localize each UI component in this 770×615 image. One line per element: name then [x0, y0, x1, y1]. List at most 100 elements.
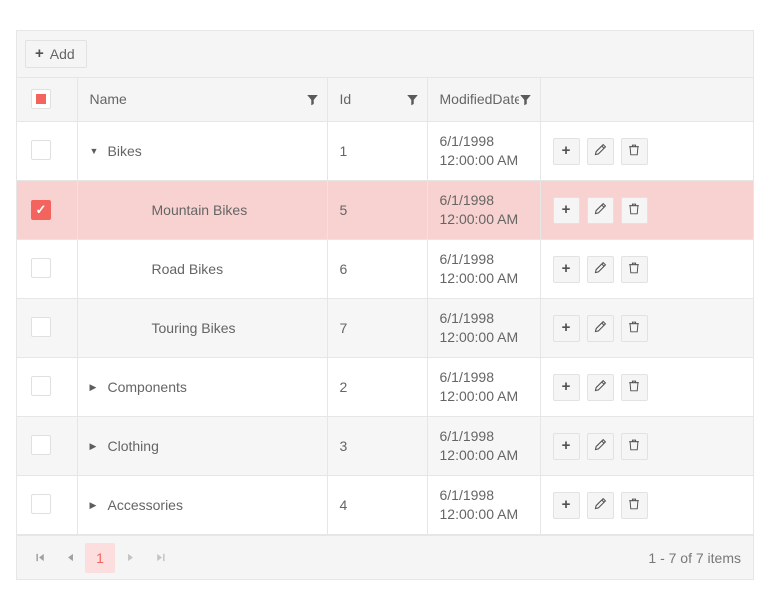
row-select-cell: [17, 239, 78, 299]
previous-page-icon[interactable]: [55, 543, 85, 573]
row-delete-button[interactable]: [620, 137, 648, 165]
row-time-value: 12:00:00 AM: [439, 447, 519, 463]
plus-icon: +: [561, 318, 571, 336]
cell-id: 6: [327, 239, 428, 299]
treelist-grid: + Add Name Id ModifiedDate ▼ Bikes 1 6/1…: [16, 30, 754, 580]
row-select-cell: [17, 298, 78, 358]
plus-icon: +: [561, 200, 571, 218]
plus-icon: +: [561, 495, 571, 513]
table-row[interactable]: ▶ Accessories 4 6/1/1998 12:00:00 AM +: [17, 475, 753, 535]
cell-modified-date: 6/1/1998 12:00:00 AM: [427, 475, 541, 535]
header-label-modified-date: ModifiedDate: [439, 91, 519, 107]
row-checkbox[interactable]: [31, 434, 51, 455]
table-header: Name Id ModifiedDate: [17, 78, 753, 122]
add-button[interactable]: + Add: [25, 40, 87, 68]
row-id-value: 1: [339, 143, 348, 159]
cell-name: Touring Bikes: [77, 298, 328, 358]
page-number-1[interactable]: 1: [85, 542, 115, 573]
filter-funnel-icon-modified-date[interactable]: [519, 93, 532, 106]
cell-commands: +: [540, 121, 753, 181]
cell-modified-date: 6/1/1998 12:00:00 AM: [427, 298, 541, 358]
row-checkbox[interactable]: [31, 200, 51, 220]
row-delete-button[interactable]: [620, 314, 648, 342]
header-select-all-cell: [17, 78, 78, 122]
cell-name: ▶ Clothing: [77, 416, 328, 476]
row-edit-button[interactable]: [586, 314, 614, 342]
tree-expander-collapsed-icon[interactable]: ▶: [90, 500, 106, 510]
row-time-value: 12:00:00 AM: [439, 270, 519, 286]
row-id-value: 6: [339, 261, 348, 277]
pencil-icon: [593, 438, 607, 455]
row-edit-button[interactable]: [586, 137, 614, 165]
row-add-button[interactable]: +: [552, 137, 580, 165]
row-time-value: 12:00:00 AM: [439, 388, 519, 404]
row-edit-button[interactable]: [586, 491, 614, 519]
go-to-last-page-icon[interactable]: [145, 543, 175, 573]
row-delete-button[interactable]: [620, 432, 648, 460]
row-checkbox[interactable]: [31, 493, 51, 514]
table-row[interactable]: ▶ Clothing 3 6/1/1998 12:00:00 AM +: [17, 416, 753, 476]
cell-modified-date: 6/1/1998 12:00:00 AM: [427, 180, 541, 240]
row-add-button[interactable]: +: [552, 432, 580, 460]
row-time-value: 12:00:00 AM: [439, 152, 519, 168]
row-delete-button[interactable]: [620, 491, 648, 519]
go-to-first-page-icon[interactable]: [25, 543, 55, 573]
add-button-label: Add: [49, 45, 75, 62]
row-select-cell: [17, 357, 78, 417]
row-edit-button[interactable]: [586, 255, 614, 283]
table-row[interactable]: Road Bikes 6 6/1/1998 12:00:00 AM +: [17, 239, 753, 299]
row-id-value: 5: [339, 202, 348, 218]
row-add-button[interactable]: +: [552, 255, 580, 283]
row-date-value: 6/1/1998: [439, 428, 495, 444]
next-page-icon[interactable]: [115, 543, 145, 573]
row-checkbox[interactable]: [31, 375, 51, 396]
table-row[interactable]: ▼ Bikes 1 6/1/1998 12:00:00 AM +: [17, 121, 753, 181]
header-label-name: Name: [89, 91, 127, 107]
row-add-button[interactable]: +: [552, 196, 580, 224]
row-checkbox[interactable]: [31, 139, 51, 160]
row-add-button[interactable]: +: [552, 491, 580, 519]
row-checkbox[interactable]: [31, 316, 51, 337]
row-name-label: Components: [107, 379, 187, 395]
row-edit-button[interactable]: [586, 373, 614, 401]
row-name-label: Accessories: [107, 497, 183, 513]
tree-expander-collapsed-icon[interactable]: ▶: [90, 441, 106, 451]
row-checkbox[interactable]: [31, 257, 51, 278]
row-name-label: Mountain Bikes: [151, 202, 248, 218]
cell-commands: +: [540, 180, 753, 240]
row-delete-button[interactable]: [620, 196, 648, 224]
table-row[interactable]: ▶ Components 2 6/1/1998 12:00:00 AM +: [17, 357, 753, 417]
header-cell-modified-date: ModifiedDate: [427, 78, 541, 122]
row-select-cell: [17, 475, 78, 535]
row-delete-button[interactable]: [620, 255, 648, 283]
pencil-icon: [593, 320, 607, 337]
select-all-checkbox[interactable]: [31, 89, 51, 109]
row-id-value: 4: [339, 497, 348, 513]
table-row[interactable]: Touring Bikes 7 6/1/1998 12:00:00 AM +: [17, 298, 753, 358]
filter-funnel-icon-name[interactable]: [306, 93, 319, 106]
pencil-icon: [593, 143, 607, 160]
row-delete-button[interactable]: [620, 373, 648, 401]
row-edit-button[interactable]: [586, 196, 614, 224]
pencil-icon: [593, 497, 607, 514]
plus-icon: +: [561, 259, 571, 277]
cell-id: 5: [327, 180, 428, 240]
cell-name: ▶ Components: [77, 357, 328, 417]
row-add-button[interactable]: +: [552, 314, 580, 342]
trash-icon: [627, 497, 641, 514]
cell-modified-date: 6/1/1998 12:00:00 AM: [427, 239, 541, 299]
row-id-value: 3: [339, 438, 348, 454]
row-date-value: 6/1/1998: [439, 310, 495, 326]
row-add-button[interactable]: +: [552, 373, 580, 401]
tree-expander-collapsed-icon[interactable]: ▶: [90, 382, 106, 392]
filter-funnel-icon-id[interactable]: [406, 93, 419, 106]
cell-name: Road Bikes: [77, 239, 328, 299]
trash-icon: [627, 261, 641, 278]
table-body: ▼Bikes16/1/199812:00:00 AM+Mountain Bike…: [17, 121, 753, 535]
tree-expander-expanded-icon[interactable]: ▼: [90, 146, 106, 156]
row-date-value: 6/1/1998: [439, 133, 495, 149]
plus-icon: +: [35, 45, 44, 62]
pencil-icon: [593, 379, 607, 396]
table-row[interactable]: Mountain Bikes 5 6/1/1998 12:00:00 AM +: [17, 180, 753, 240]
row-edit-button[interactable]: [586, 432, 614, 460]
